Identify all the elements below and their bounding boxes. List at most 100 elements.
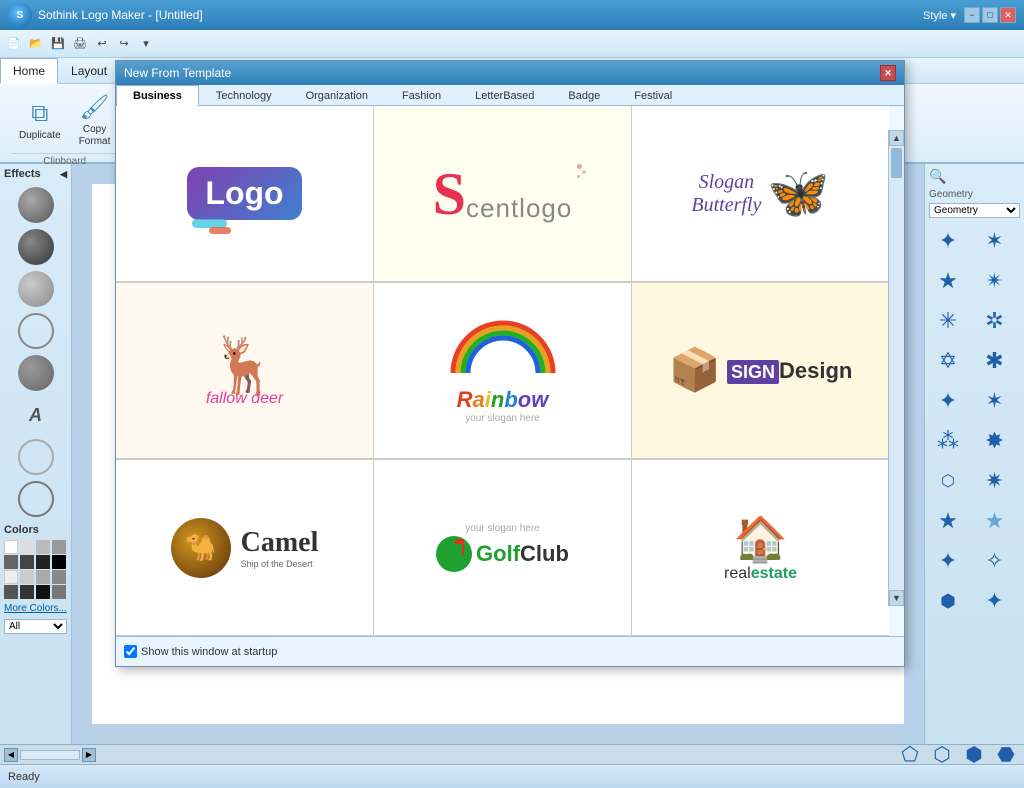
status-text: Ready [8, 771, 40, 783]
effect-circle-4[interactable] [18, 313, 54, 349]
toolbar-more-button[interactable]: ▾ [136, 34, 156, 54]
geometry-select[interactable]: Geometry [929, 203, 1020, 218]
color-swatch-2-2[interactable] [20, 570, 34, 584]
duplicate-button[interactable]: ⧉ Duplicate [12, 95, 68, 147]
shape-hex-2[interactable]: ✦ [976, 582, 1014, 620]
bottom-shape-4[interactable]: ⬣ [992, 741, 1020, 769]
print-button[interactable]: 🖨 [70, 34, 90, 54]
color-swatch-2-4[interactable] [52, 570, 66, 584]
style-dropdown[interactable]: Style ▾ [923, 9, 956, 22]
bottom-shape-3[interactable]: ⬢ [960, 741, 988, 769]
shape-gear-2[interactable]: ✶ [976, 382, 1014, 420]
shape-5star-2[interactable]: ★ [976, 502, 1014, 540]
effect-circle-outline[interactable] [18, 481, 54, 517]
bottom-shape-2[interactable]: ⬡ [928, 741, 956, 769]
right-panel-header: 🔍 [929, 168, 1020, 185]
tab-letterbased[interactable]: LetterBased [458, 85, 551, 106]
dialog-close-button[interactable]: ✕ [880, 65, 896, 81]
color-swatch-gray[interactable] [52, 540, 66, 554]
copy-format-icon: 🖌 [79, 93, 109, 122]
shape-burst-1[interactable]: ✲ [976, 302, 1014, 340]
color-swatch-mgray[interactable] [36, 540, 50, 554]
open-button[interactable]: 📂 [26, 34, 46, 54]
menu-home[interactable]: Home [0, 58, 58, 84]
scroll-right-button[interactable]: ▶ [82, 748, 96, 762]
shape-4star-2[interactable]: ✧ [976, 542, 1014, 580]
color-swatch-2-1[interactable] [4, 570, 18, 584]
redo-button[interactable]: ↪ [114, 34, 134, 54]
color-swatch-black[interactable] [52, 555, 66, 569]
new-button[interactable]: 📄 [4, 34, 24, 54]
color-swatch-blkgray[interactable] [36, 555, 50, 569]
shape-gear-1[interactable]: ✦ [929, 382, 967, 420]
effect-circle-1[interactable] [18, 187, 54, 223]
tab-organization[interactable]: Organization [289, 85, 385, 106]
template-cell-fallow-deer[interactable]: 🦌 fallow deer [116, 283, 373, 458]
copy-format-button[interactable]: 🖌 CopyFormat [72, 88, 118, 153]
color-swatch-dkgray[interactable] [20, 555, 34, 569]
tab-festival[interactable]: Festival [617, 85, 689, 106]
tab-business[interactable]: Business [116, 85, 199, 106]
startup-checkbox-label[interactable]: Show this window at startup [124, 645, 277, 658]
maximize-button[interactable]: □ [982, 7, 998, 23]
shape-hex-1[interactable]: ⬢ [929, 582, 967, 620]
tab-technology[interactable]: Technology [199, 85, 289, 106]
template-cell-rainbow[interactable]: Rainbow your slogan here [374, 283, 631, 458]
scroll-track[interactable] [889, 146, 904, 590]
scroll-left-button[interactable]: ◀ [4, 748, 18, 762]
minimize-button[interactable]: − [964, 7, 980, 23]
effects-collapse-icon[interactable]: ◀ [60, 169, 67, 180]
color-swatch-2-8[interactable] [52, 585, 66, 599]
undo-button[interactable]: ↩ [92, 34, 112, 54]
bottom-shape-1[interactable]: ⬠ [896, 741, 924, 769]
color-grid [4, 540, 67, 599]
color-swatch-2-6[interactable] [20, 585, 34, 599]
color-swatch-dgray[interactable] [4, 555, 18, 569]
color-swatch-2-3[interactable] [36, 570, 50, 584]
scroll-down-button[interactable]: ▼ [889, 590, 904, 606]
scroll-track[interactable] [20, 750, 80, 760]
scroll-thumb[interactable] [891, 148, 902, 178]
shape-star-6[interactable]: ⁂ [929, 422, 967, 460]
effect-circle-2[interactable] [18, 229, 54, 265]
logo-preview-butterfly: Slogan Butterfly 🦋 [691, 164, 829, 223]
color-swatch-white[interactable] [4, 540, 18, 554]
template-cell-realestate[interactable]: 🏠 realestate [632, 460, 889, 635]
all-dropdown[interactable]: All [4, 619, 67, 634]
shape-6point-star-2[interactable]: ✶ [976, 222, 1014, 260]
save-button[interactable]: 💾 [48, 34, 68, 54]
effect-circle-ring[interactable] [18, 439, 54, 475]
shape-6point-star-1[interactable]: ✦ [929, 222, 967, 260]
shape-ring-1[interactable]: ⬡ [929, 462, 967, 500]
scroll-up-button[interactable]: ▲ [889, 130, 904, 146]
color-swatch-2-5[interactable] [4, 585, 18, 599]
color-swatch-2-7[interactable] [36, 585, 50, 599]
search-icon[interactable]: 🔍 [929, 168, 946, 185]
shape-star-4[interactable]: ✴ [976, 262, 1014, 300]
effect-circle-text[interactable]: A [18, 397, 54, 433]
startup-checkbox[interactable] [124, 645, 137, 658]
template-cell-logo[interactable]: Logo [116, 106, 373, 281]
close-button[interactable]: ✕ [1000, 7, 1016, 23]
shape-asterisk-1[interactable]: ✱ [976, 342, 1014, 380]
shape-hexstar-1[interactable]: ✡ [929, 342, 967, 380]
shape-star-5[interactable]: ✳ [929, 302, 967, 340]
bottom-shapes: ⬠ ⬡ ⬢ ⬣ [896, 741, 1020, 769]
tab-badge[interactable]: Badge [551, 85, 617, 106]
effect-circle-5[interactable] [18, 355, 54, 391]
template-cell-butterfly[interactable]: Slogan Butterfly 🦋 [632, 106, 889, 281]
template-cell-golf-club[interactable]: your slogan here [374, 460, 631, 635]
effect-circle-3[interactable] [18, 271, 54, 307]
shape-5star-1[interactable]: ★ [929, 502, 967, 540]
color-swatch-lgray[interactable] [20, 540, 34, 554]
menu-layout[interactable]: Layout [58, 58, 120, 83]
shape-4star-1[interactable]: ✦ [929, 542, 967, 580]
more-colors-link[interactable]: More Colors... [4, 603, 67, 614]
shape-star-7[interactable]: ✸ [976, 422, 1014, 460]
tab-fashion[interactable]: Fashion [385, 85, 458, 106]
template-cell-scentlogo[interactable]: S centlogo [374, 106, 631, 281]
shape-star-3[interactable]: ★ [929, 262, 967, 300]
template-cell-sign-design[interactable]: 📦 SIGNDesign [632, 283, 889, 458]
template-cell-camel[interactable]: 🐪 Camel Ship of the Desert [116, 460, 373, 635]
shape-ring-2[interactable]: ✷ [976, 462, 1014, 500]
